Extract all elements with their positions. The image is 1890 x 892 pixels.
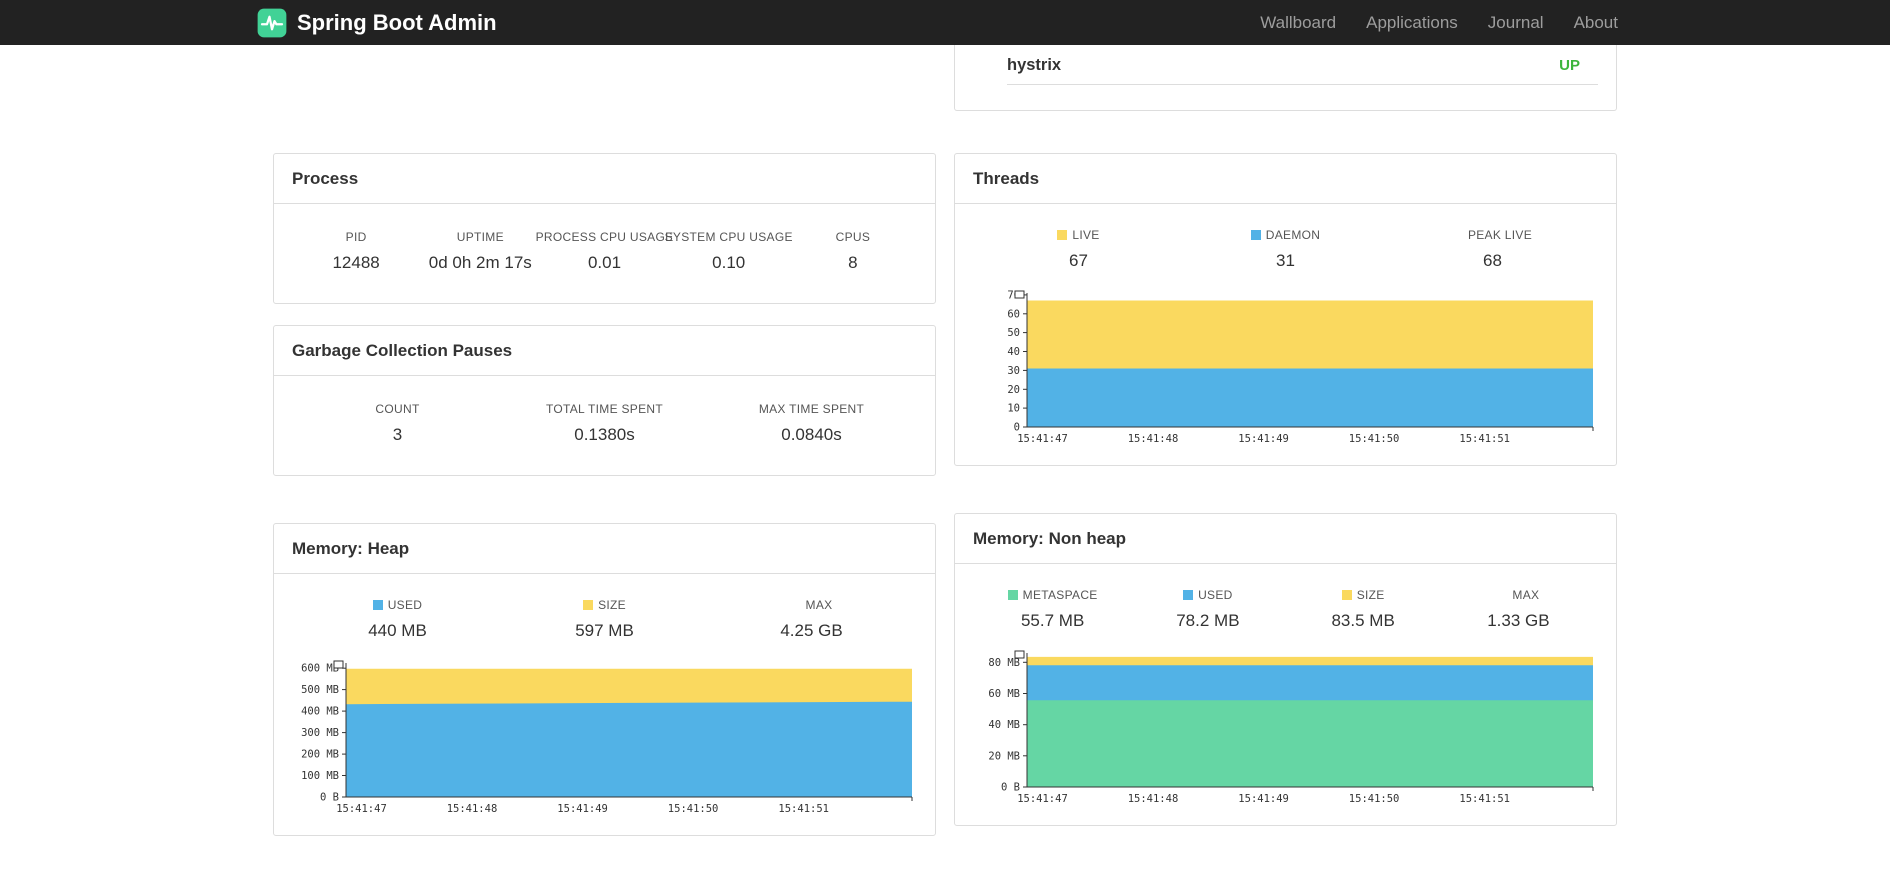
nonheap-metaspace-legend-swatch: [1007, 590, 1018, 600]
metric-threads-daemon: DAEMON 31: [1182, 228, 1389, 271]
svg-text:15:41:47: 15:41:47: [1017, 433, 1068, 445]
metric-threads-live: LIVE 67: [975, 228, 1182, 271]
memory-nonheap-chart: 0 B 20 MB 40 MB 60 MB 80 MB 15:41:47 15:41:48 1…: [988, 650, 1593, 805]
threads-legend: LIVE 67 DAEMON 31 PEAK LIVE 68: [955, 204, 1616, 277]
nav-item-journal[interactable]: Journal: [1473, 0, 1559, 45]
metric-heap-used: USED 440 MB: [368, 598, 427, 640]
metric-threads-peak-live: PEAK LIVE 68: [1467, 228, 1533, 270]
nonheap-used-legend-swatch: [1183, 590, 1194, 600]
memory-nonheap-panel-title: Memory: Non heap: [955, 514, 1616, 564]
svg-text:200 MB: 200 MB: [301, 749, 339, 761]
right-column: hystrix UP Threads LIVE 67 DAEMON 31 PEA…: [954, 45, 1617, 826]
svg-text:0 B: 0 B: [1001, 782, 1020, 794]
metric-gc-max-time: MAX TIME SPENT 0.0840s: [758, 402, 865, 444]
heap-size-legend-swatch: [583, 600, 594, 610]
svg-text:15:41:49: 15:41:49: [1238, 433, 1289, 445]
svg-text:15:41:51: 15:41:51: [1459, 433, 1510, 445]
svg-text:15:41:51: 15:41:51: [1459, 793, 1510, 805]
application-row-divider: [1007, 84, 1598, 85]
svg-text:100 MB: 100 MB: [301, 770, 339, 782]
svg-text:15:41:47: 15:41:47: [1017, 793, 1068, 805]
svg-text:300 MB: 300 MB: [301, 727, 339, 739]
svg-text:400 MB: 400 MB: [301, 706, 339, 718]
threads-live-legend-swatch: [1057, 230, 1068, 240]
svg-text:20 MB: 20 MB: [988, 750, 1020, 762]
process-panel-title: Process: [274, 154, 935, 204]
metric-cpus: CPUS 8: [835, 230, 871, 272]
svg-text:10: 10: [1007, 403, 1020, 415]
svg-text:15:41:48: 15:41:48: [446, 803, 497, 815]
spring-boot-admin-logo-icon: [257, 8, 287, 38]
threads-panel-title: Threads: [955, 154, 1616, 204]
svg-text:0: 0: [1013, 422, 1019, 434]
metric-nonheap-size: SIZE 83.5 MB: [1331, 588, 1395, 630]
svg-text:20: 20: [1007, 384, 1020, 396]
svg-text:600 MB: 600 MB: [301, 663, 339, 675]
svg-text:500 MB: 500 MB: [301, 684, 339, 696]
application-status-panel: hystrix UP: [954, 45, 1617, 111]
memory-heap-legend: USED 440 MB SIZE 597 MB MAX 4.25 GB: [274, 574, 935, 647]
main-content: Process PID 12488 UPTIME 0d 0h 2m 17s PR…: [273, 45, 1617, 836]
svg-text:15:41:50: 15:41:50: [1348, 433, 1399, 445]
metric-system-cpu-usage: SYSTEM CPU USAGE 0.10: [664, 230, 793, 272]
metric-nonheap-metaspace: METASPACE 55.7 MB: [975, 588, 1130, 631]
svg-text:40: 40: [1007, 346, 1020, 358]
gc-metrics: COUNT 3 TOTAL TIME SPENT 0.1380s MAX TIM…: [274, 376, 935, 475]
svg-text:0 B: 0 B: [320, 792, 339, 804]
nav-item-wallboard[interactable]: Wallboard: [1245, 0, 1351, 45]
metric-pid: PID 12488: [332, 230, 380, 272]
metric-heap-max: MAX 4.25 GB: [780, 598, 843, 640]
threads-panel: Threads LIVE 67 DAEMON 31 PEAK LIVE 68 0…: [954, 153, 1617, 466]
memory-nonheap-legend: METASPACE 55.7 MB USED 78.2 MB SIZE 83.5…: [955, 564, 1616, 637]
threads-daemon-legend-swatch: [1250, 230, 1261, 240]
nav-links: Wallboard Applications Journal About: [1245, 0, 1633, 45]
left-column: Process PID 12488 UPTIME 0d 0h 2m 17s PR…: [273, 45, 936, 836]
application-status-badge: UP: [1559, 57, 1580, 74]
metric-nonheap-used: USED 78.2 MB: [1176, 588, 1240, 630]
application-name[interactable]: hystrix: [1007, 56, 1061, 75]
metric-gc-total-time: TOTAL TIME SPENT 0.1380s: [545, 402, 664, 444]
svg-text:50: 50: [1007, 327, 1020, 339]
svg-text:15:41:48: 15:41:48: [1127, 433, 1178, 445]
brand[interactable]: Spring Boot Admin: [257, 8, 497, 38]
left-column-spacer: [273, 45, 936, 153]
navbar-inner: Spring Boot Admin Wallboard Applications…: [257, 0, 1633, 45]
metric-uptime: UPTIME 0d 0h 2m 17s: [428, 230, 532, 272]
navbar: Spring Boot Admin Wallboard Applications…: [0, 0, 1890, 45]
nonheap-size-legend-swatch: [1341, 590, 1352, 600]
application-row[interactable]: hystrix UP: [955, 45, 1616, 84]
memory-heap-panel-title: Memory: Heap: [274, 524, 935, 574]
metric-process-cpu-usage: PROCESS CPU USAGE 0.01: [535, 230, 674, 272]
brand-title: Spring Boot Admin: [297, 9, 497, 35]
svg-text:15:41:50: 15:41:50: [667, 803, 718, 815]
memory-nonheap-panel: Memory: Non heap METASPACE 55.7 MB USED …: [954, 513, 1617, 826]
metric-nonheap-max: MAX 1.33 GB: [1487, 588, 1550, 630]
svg-text:15:41:49: 15:41:49: [557, 803, 608, 815]
nav-item-about[interactable]: About: [1559, 0, 1633, 45]
nav-item-applications[interactable]: Applications: [1351, 0, 1473, 45]
metric-heap-size: SIZE 597 MB: [575, 598, 634, 640]
memory-heap-panel: Memory: Heap USED 440 MB SIZE 597 MB MAX…: [273, 523, 936, 836]
threads-chart: 01020304050607015:41:47 15:41:48 15:41:49 1…: [1007, 289, 1593, 445]
svg-text:15:41:49: 15:41:49: [1238, 793, 1289, 805]
heap-used-legend-swatch: [372, 600, 383, 610]
process-metrics: PID 12488 UPTIME 0d 0h 2m 17s PROCESS CP…: [274, 204, 935, 303]
svg-text:40 MB: 40 MB: [988, 719, 1020, 731]
svg-text:60 MB: 60 MB: [988, 688, 1020, 700]
svg-text:30: 30: [1007, 365, 1020, 377]
svg-text:15:41:50: 15:41:50: [1348, 793, 1399, 805]
svg-text:15:41:48: 15:41:48: [1127, 793, 1178, 805]
gc-panel: Garbage Collection Pauses COUNT 3 TOTAL …: [273, 325, 936, 476]
process-panel: Process PID 12488 UPTIME 0d 0h 2m 17s PR…: [273, 153, 936, 304]
svg-text:15:41:47: 15:41:47: [336, 803, 387, 815]
svg-text:15:41:51: 15:41:51: [778, 803, 829, 815]
svg-text:60: 60: [1007, 308, 1020, 320]
memory-heap-chart: 0 B 100 MB 200 MB 300 MB 400 MB 500 MB 600 MB 1…: [301, 660, 912, 815]
metric-gc-count: COUNT 3: [375, 402, 420, 444]
svg-text:80 MB: 80 MB: [988, 657, 1020, 669]
gc-panel-title: Garbage Collection Pauses: [274, 326, 935, 376]
